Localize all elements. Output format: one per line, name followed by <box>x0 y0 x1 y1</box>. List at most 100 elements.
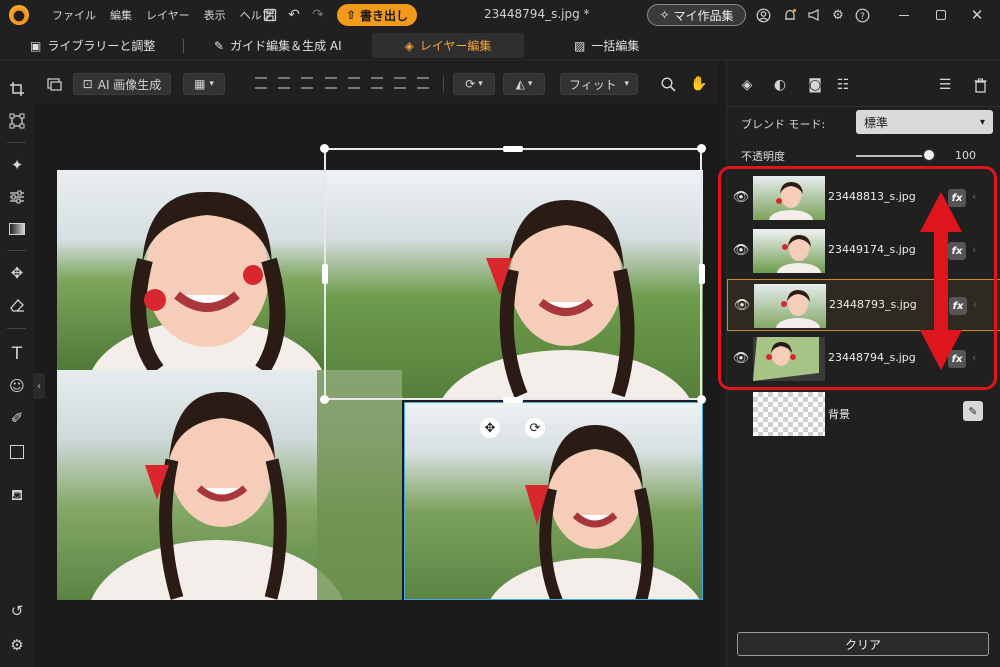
menu-file[interactable]: ファイル <box>45 7 103 23</box>
align-bottom-icon[interactable] <box>371 77 383 89</box>
photo-layer-bottom-left[interactable] <box>57 370 402 600</box>
toolbar-divider <box>443 76 444 92</box>
tab-guided-edit-ai[interactable]: ✎ ガイド編集＆生成 AI <box>204 33 352 58</box>
rotate-icon: ⟳ <box>465 77 476 91</box>
photo-layer-top-left[interactable] <box>57 170 357 370</box>
chevron-left-icon[interactable]: ‹ <box>972 351 976 364</box>
zoom-fit-dropdown[interactable]: フィット ▾ <box>560 73 638 95</box>
distribute-vertical-icon[interactable] <box>417 77 429 89</box>
account-icon[interactable] <box>752 4 774 26</box>
transform-icon[interactable] <box>6 110 28 132</box>
fill-bucket-icon[interactable]: ⛾ <box>6 485 28 507</box>
menu-bar: ファイル 編集 レイヤー 表示 ヘルプ <box>45 7 280 23</box>
chevron-down-icon: ▾ <box>527 79 533 89</box>
align-left-icon[interactable] <box>255 77 267 89</box>
adjust-sliders-icon[interactable] <box>6 186 28 208</box>
save-icon[interactable] <box>259 4 281 26</box>
resize-handle-top-right[interactable] <box>697 144 706 153</box>
align-center-icon[interactable] <box>278 77 290 89</box>
align-right-icon[interactable] <box>301 77 313 89</box>
help-icon[interactable]: ? <box>851 4 873 26</box>
layer-selection-box[interactable] <box>324 148 702 400</box>
visibility-eye-icon[interactable]: 👁 <box>734 297 751 313</box>
ai-generate-button[interactable]: ⊡ AI 画像生成 <box>73 73 171 95</box>
zoom-search-icon[interactable] <box>657 73 679 95</box>
batch-images-icon: ▨ <box>574 38 586 53</box>
menu-view[interactable]: 表示 <box>197 7 233 23</box>
megaphone-icon[interactable] <box>803 4 825 26</box>
flip-dropdown[interactable]: ◭ ▾ <box>503 73 545 95</box>
resize-handle-right[interactable] <box>699 264 705 284</box>
opacity-slider[interactable] <box>856 155 930 157</box>
close-icon[interactable]: ✕ <box>966 4 988 26</box>
maximize-icon[interactable] <box>930 4 952 26</box>
sticker-icon[interactable]: ☺ <box>6 375 28 397</box>
notification-bell-icon[interactable] <box>779 4 801 26</box>
resize-handle-top-left[interactable] <box>320 144 329 153</box>
visibility-eye-icon[interactable]: 👁 <box>733 242 750 258</box>
crop-icon[interactable] <box>6 78 28 100</box>
menu-edit[interactable]: 編集 <box>103 7 139 23</box>
layer-name: 23448793_s.jpg <box>829 298 917 311</box>
layer-item-background[interactable]: 背景 ✎ <box>727 390 1000 442</box>
rotate-dropdown[interactable]: ⟳ ▾ <box>453 73 495 95</box>
chevron-left-icon[interactable]: ‹ <box>973 298 977 311</box>
distribute-horizontal-icon[interactable] <box>394 77 406 89</box>
gradient-icon[interactable] <box>6 218 28 240</box>
resize-handle-top[interactable] <box>503 146 523 152</box>
chevron-left-icon[interactable]: ‹ <box>972 190 976 203</box>
text-tool-icon[interactable]: T <box>6 343 28 365</box>
resize-handle-bottom-right[interactable] <box>697 395 706 404</box>
photo-layer-bottom-right[interactable] <box>404 402 703 600</box>
opacity-slider-handle[interactable] <box>922 148 936 162</box>
undo-icon[interactable]: ↶ <box>283 4 305 26</box>
image-swap-icon[interactable] <box>43 73 65 95</box>
layer-options-icon[interactable]: ☷ <box>833 75 853 95</box>
tab-batch-edit[interactable]: ▨ 一括編集 <box>564 33 649 58</box>
grid-dropdown[interactable]: ▦ ▾ <box>183 73 225 95</box>
blend-mode-label: ブレンド モード: <box>741 118 826 131</box>
visibility-eye-icon[interactable]: 👁 <box>733 189 750 205</box>
magic-wand-tool-icon[interactable]: ✦ <box>6 154 28 176</box>
resize-handle-bottom[interactable] <box>503 397 523 403</box>
mode-tab-bar: ▣ ライブラリーと調整 ✎ ガイド編集＆生成 AI ◈ レイヤー編集 ▨ 一括編… <box>0 30 1000 61</box>
brush-icon[interactable]: ✐ <box>6 407 28 429</box>
shape-rectangle-icon[interactable] <box>6 441 28 463</box>
redo-icon[interactable]: ↷ <box>307 4 329 26</box>
history-icon[interactable]: ↺ <box>6 600 28 622</box>
align-top-icon[interactable] <box>325 77 337 89</box>
align-middle-icon[interactable] <box>348 77 360 89</box>
layer-mask-icon[interactable]: ◙ <box>805 75 825 95</box>
rotate-handle-icon[interactable]: ⟳ <box>525 418 545 438</box>
flip-icon: ◭ <box>515 77 525 91</box>
settings-gear-icon[interactable]: ⚙ <box>827 4 849 26</box>
hand-pan-icon[interactable]: ✋ <box>688 73 710 95</box>
minimize-icon[interactable] <box>893 4 915 26</box>
export-button[interactable]: ⇧ 書き出し <box>337 4 417 26</box>
zoom-fit-label: フィット <box>569 77 617 92</box>
my-works-button[interactable]: ✧ マイ作品集 <box>647 4 746 26</box>
chevron-left-icon[interactable]: ‹ <box>972 243 976 256</box>
mask-icon[interactable]: ◐ <box>770 75 790 95</box>
tab-library-adjust[interactable]: ▣ ライブラリーと調整 <box>20 33 165 58</box>
eraser-icon[interactable] <box>6 294 28 316</box>
tool-divider <box>7 328 26 329</box>
move-icon[interactable]: ✥ <box>480 418 500 438</box>
blend-mode-select[interactable]: 標準 ▾ <box>856 110 993 134</box>
resize-handle-left[interactable] <box>322 264 328 284</box>
eyedropper-icon[interactable]: ✎ <box>963 401 983 421</box>
clone-stamp-icon[interactable]: ✥ <box>6 262 28 284</box>
tab-layer-edit[interactable]: ◈ レイヤー編集 <box>372 33 524 58</box>
add-layer-icon[interactable]: ◈ <box>737 75 757 95</box>
settings-icon[interactable]: ⚙ <box>6 634 28 656</box>
collapse-left-panel-icon[interactable]: ‹ <box>33 373 45 399</box>
document-title: 23448794_s.jpg * <box>484 7 590 21</box>
resize-handle-bottom-left[interactable] <box>320 395 329 404</box>
girl-holding-strawberry-image <box>91 370 402 600</box>
visibility-eye-icon[interactable]: 👁 <box>733 350 750 366</box>
trash-icon[interactable] <box>970 75 990 95</box>
layer-menu-icon[interactable]: ☰ <box>935 75 955 95</box>
menu-layer[interactable]: レイヤー <box>139 7 197 23</box>
clear-button[interactable]: クリア <box>737 632 989 656</box>
canvas-area[interactable]: ✥ ⟳ <box>33 104 718 667</box>
